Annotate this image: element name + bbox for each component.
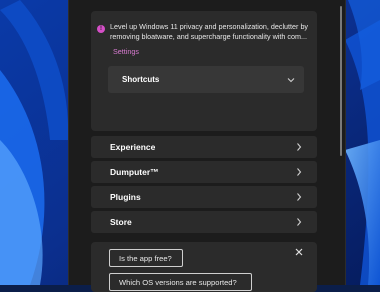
faq-os-versions-button[interactable]: Which OS versions are supported? (109, 273, 252, 291)
nav-item-label: Plugins (110, 192, 141, 202)
close-icon[interactable] (294, 247, 304, 257)
info-icon: ! (97, 25, 105, 33)
nav-item-dumputer[interactable]: Dumputer™ (91, 161, 317, 183)
chevron-right-icon (297, 218, 302, 226)
nav-item-plugins[interactable]: Plugins (91, 186, 317, 208)
nav-item-label: Store (110, 217, 132, 227)
chevron-down-icon (287, 78, 295, 83)
settings-link[interactable]: Settings (113, 47, 139, 56)
nav-item-label: Dumputer™ (110, 167, 159, 177)
nav-item-store[interactable]: Store (91, 211, 317, 233)
chevron-right-icon (297, 193, 302, 201)
chevron-right-icon (297, 168, 302, 176)
shortcuts-label: Shortcuts (122, 75, 160, 84)
shortcuts-expander[interactable]: Shortcuts (108, 66, 304, 93)
chevron-right-icon (297, 143, 302, 151)
faq-free-button[interactable]: Is the app free? (109, 249, 183, 267)
nav-item-experience[interactable]: Experience (91, 136, 317, 158)
nav-item-label: Experience (110, 142, 156, 152)
info-description: Level up Windows 11 privacy and personal… (110, 22, 309, 41)
scrollbar-thumb[interactable] (340, 6, 342, 156)
